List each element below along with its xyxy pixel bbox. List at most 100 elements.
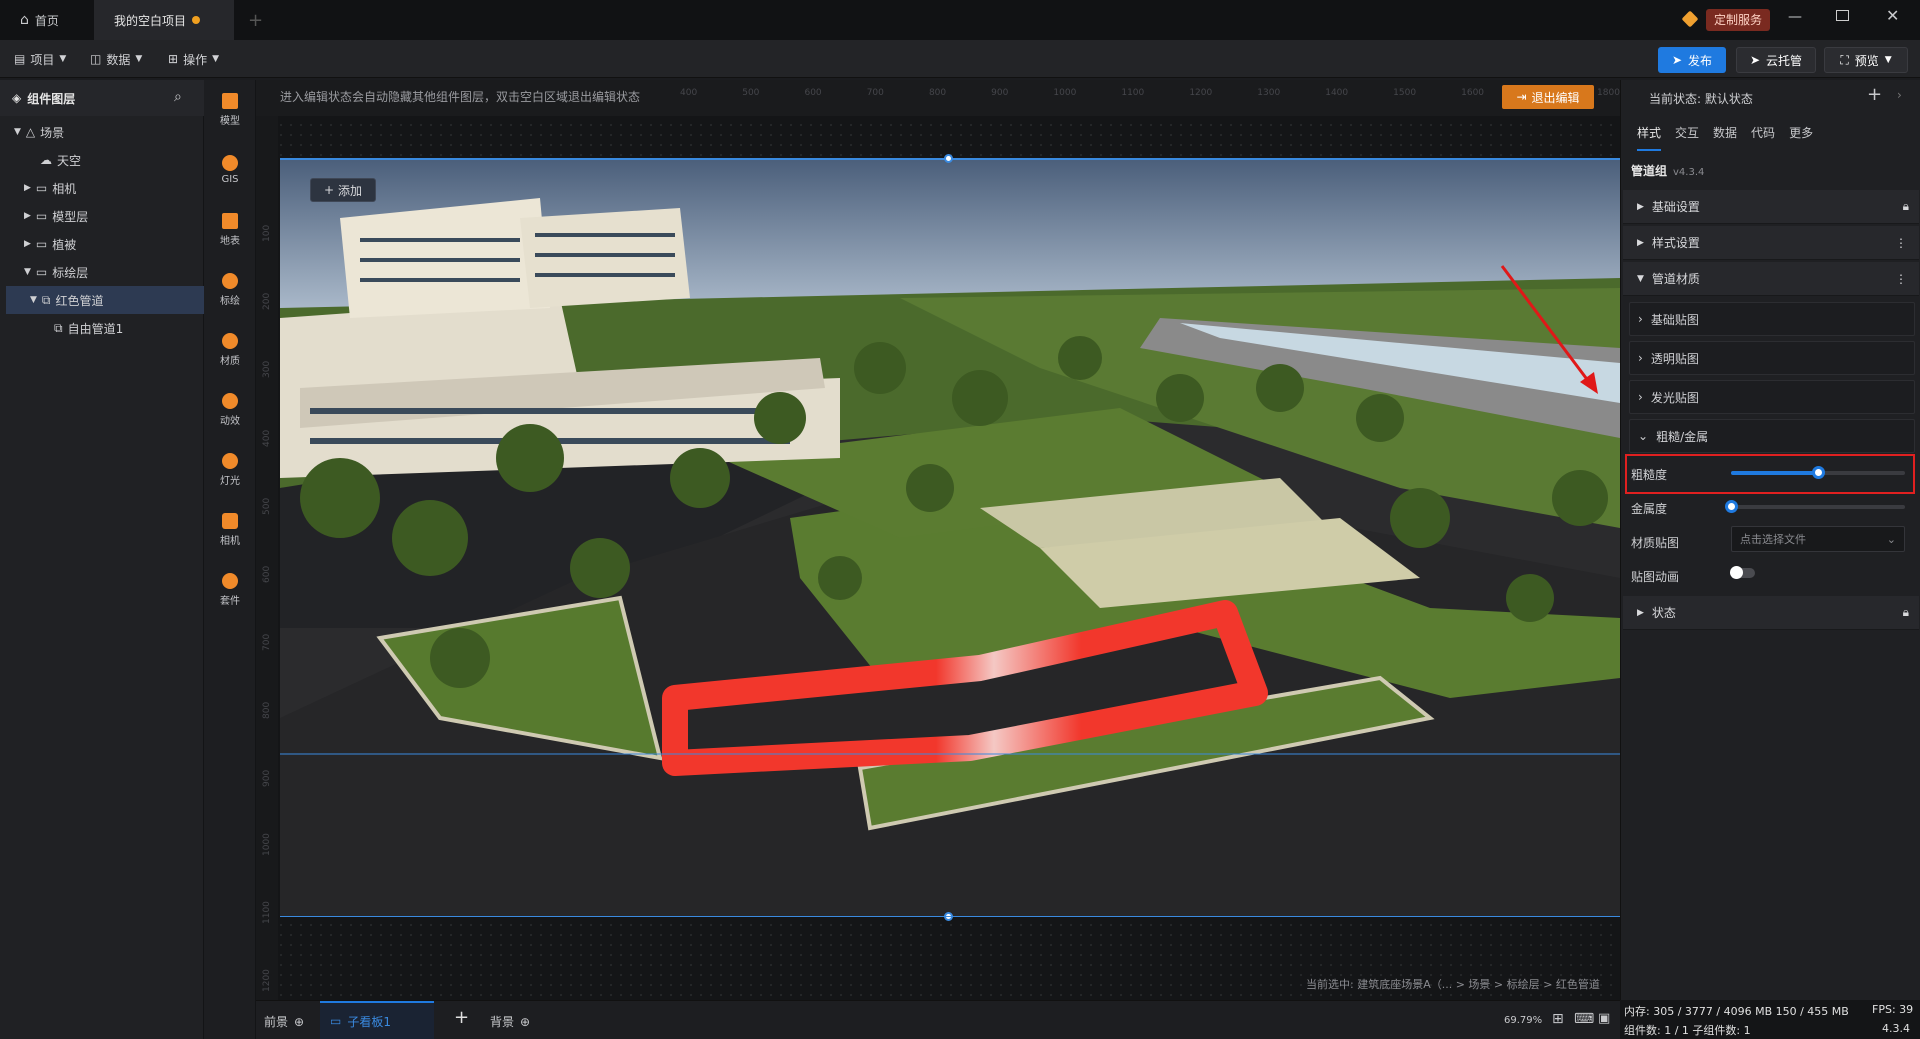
add-board-icon[interactable]: + (454, 1007, 469, 1028)
terrain-tool[interactable]: 地表 (204, 200, 256, 260)
add-circle-icon[interactable]: ⊕ (520, 1015, 530, 1029)
ruler-tick-label: 1300 (1257, 88, 1281, 98)
ruler-tick-label: 200 (262, 292, 272, 311)
database-icon: ◫ (90, 52, 102, 66)
gis-icon (222, 155, 238, 171)
roughness-label: 粗糙度 (1631, 468, 1668, 482)
section-material[interactable]: ▼ 管道材质 ⋮ (1623, 262, 1919, 296)
ruler-top-labels: 400 500 600 700 800 900 1000 1100 1200 1300 1400 15… (680, 88, 1620, 102)
keyboard-icon[interactable]: ⌨ (1574, 1011, 1594, 1027)
texture-file-select[interactable]: 点击选择文件 ⌄ (1731, 526, 1905, 552)
toolbar (0, 40, 1920, 78)
metalness-slider[interactable] (1725, 500, 1905, 513)
tree-item-scene[interactable]: ▼ △ 场景 (0, 118, 204, 146)
effect-tool[interactable]: 动效 (204, 380, 256, 440)
chevron-right-icon[interactable]: › (1897, 88, 1902, 102)
selection-bottom (280, 916, 1620, 917)
board-tab[interactable]: ▭ 子看板1 (320, 1001, 434, 1039)
add-state-icon[interactable]: + (1867, 84, 1882, 105)
chevron-down-icon: ▼ (59, 54, 67, 64)
pipe-group-icon: ⧉ (41, 292, 51, 307)
menu-operate[interactable]: ⊞ 操作 ▼ (168, 40, 219, 78)
tab-interaction[interactable]: 交互 (1675, 124, 1699, 151)
publish-button[interactable]: ➤ 发布 (1658, 47, 1726, 73)
3d-scene-viewport[interactable] (280, 158, 1620, 916)
tab-project[interactable]: 我的空白项目 (94, 0, 234, 40)
tab-data[interactable]: 数据 (1713, 124, 1737, 151)
custom-service-button[interactable]: 定制服务 (1706, 9, 1771, 31)
tree-item-vegetation[interactable]: ▶ ▭ 植被 (0, 230, 204, 258)
roughness-slider[interactable] (1731, 466, 1905, 479)
section-style[interactable]: ▶ 样式设置 ⋮ (1623, 226, 1919, 260)
memory-info: 内存: 305 / 3777 / 4096 MB 150 / 455 MB (1624, 1005, 1849, 1018)
ruler-tick-label: 900 (262, 770, 272, 788)
tree-item-model-layer[interactable]: ▶ ▭ 模型层 (0, 202, 204, 230)
gis-tool[interactable]: GIS (204, 140, 256, 200)
ruler-tick-label: 500 (262, 497, 272, 515)
tab-style[interactable]: 样式 (1637, 124, 1662, 151)
menu-data[interactable]: ◫ 数据 ▼ (90, 40, 142, 78)
file-icon: ▤ (14, 52, 26, 66)
sky-icon: ☁ (40, 153, 52, 167)
sub-base-map[interactable]: › 基础贴图 (1629, 302, 1915, 336)
fit-screen-icon[interactable]: ⊞ (1552, 1011, 1564, 1027)
restore-icon[interactable] (1836, 10, 1849, 21)
search-icon[interactable]: ⌕ (174, 89, 182, 105)
bottom-bar: 前景 ⊕ ▭ 子看板1 + 背景 ⊕ 69.79% ⊞ ⌨ ▣ (256, 1000, 1620, 1039)
caret-right-icon: ▶ (1637, 607, 1644, 618)
preview-button[interactable]: ⛶ 预览 ▼ (1824, 47, 1908, 73)
roughness-knob[interactable] (1812, 466, 1825, 479)
roughness-fill (1731, 471, 1818, 475)
anim-toggle[interactable] (1730, 566, 1755, 579)
minimize-icon[interactable]: — (1788, 9, 1802, 25)
model-tool[interactable]: 模型 (204, 80, 256, 140)
ruler-tick-label: 1800 (1597, 88, 1620, 98)
add-button[interactable]: + 添加 (310, 178, 376, 202)
section-state[interactable]: ▶ 状态 🔒︎ (1623, 596, 1919, 630)
background-tab[interactable]: 背景 ⊕ (490, 1013, 530, 1030)
terrain-icon (222, 213, 238, 229)
tab-home[interactable]: ⌂ 首页 (0, 0, 92, 40)
close-icon[interactable]: ✕ (1886, 6, 1899, 25)
ruler-tick-label: 1200 (1189, 88, 1213, 98)
resize-handle[interactable] (944, 154, 953, 163)
add-circle-icon[interactable]: ⊕ (294, 1015, 304, 1029)
menu-project[interactable]: ▤ 项目 ▼ (14, 40, 66, 78)
tree-item-camera[interactable]: ▶ ▭ 相机 (0, 174, 204, 202)
lock-icon: 🔒︎ (1902, 605, 1909, 619)
sub-rough-metal[interactable]: ⌄ 粗糙/金属 (1629, 419, 1915, 453)
tree-item-red-pipe[interactable]: ▼ ⧉ 红色管道 (6, 286, 204, 314)
metalness-knob[interactable] (1725, 500, 1738, 513)
more-vertical-icon[interactable]: ⋮ (1895, 236, 1907, 250)
property-tabs: 样式 交互 数据 代码 更多 (1637, 124, 1813, 151)
foreground-tab[interactable]: 前景 ⊕ (264, 1013, 304, 1030)
plot-tool[interactable]: 标绘 (204, 260, 256, 320)
exit-edit-button[interactable]: ⇥ 退出编辑 (1502, 85, 1594, 109)
camera-tool[interactable]: 相机 (204, 500, 256, 560)
material-icon (222, 333, 238, 349)
send-icon: ➤ (1671, 53, 1683, 67)
texture-label: 材质贴图 (1631, 536, 1680, 550)
ruler-tick-label: 800 (928, 88, 947, 98)
caret-right-icon: ▶ (24, 211, 31, 221)
terminal-icon[interactable]: ▣ (1598, 1011, 1610, 1026)
sub-emissive-map[interactable]: › 发光贴图 (1629, 380, 1915, 414)
plus-icon: + (323, 183, 335, 197)
material-tool[interactable]: 材质 (204, 320, 256, 380)
light-tool[interactable]: 灯光 (204, 440, 256, 500)
more-vertical-icon[interactable]: ⋮ (1895, 272, 1907, 286)
tree-item-free-pipe[interactable]: ⧉ 自由管道1 (0, 314, 204, 342)
new-tab-icon[interactable]: + (248, 10, 263, 31)
tab-code[interactable]: 代码 (1751, 124, 1775, 151)
ruler-tick-label: 700 (866, 88, 884, 98)
ruler-tick-label: 1600 (1461, 88, 1485, 98)
tree-item-plot-layer[interactable]: ▼ ▭ 标绘层 (0, 258, 204, 286)
cloud-hosting-button[interactable]: ➤ 云托管 (1736, 47, 1816, 73)
sub-alpha-map[interactable]: › 透明贴图 (1629, 341, 1915, 375)
tree-item-sky[interactable]: ☁ 天空 (0, 146, 204, 174)
caret-right-icon: ▶ (24, 183, 31, 193)
exit-icon: ⇥ (1516, 90, 1527, 104)
kit-tool[interactable]: 套件 (204, 560, 256, 620)
tab-more[interactable]: 更多 (1789, 124, 1813, 151)
section-basic[interactable]: ▶ 基础设置 🔒︎ (1623, 190, 1919, 224)
